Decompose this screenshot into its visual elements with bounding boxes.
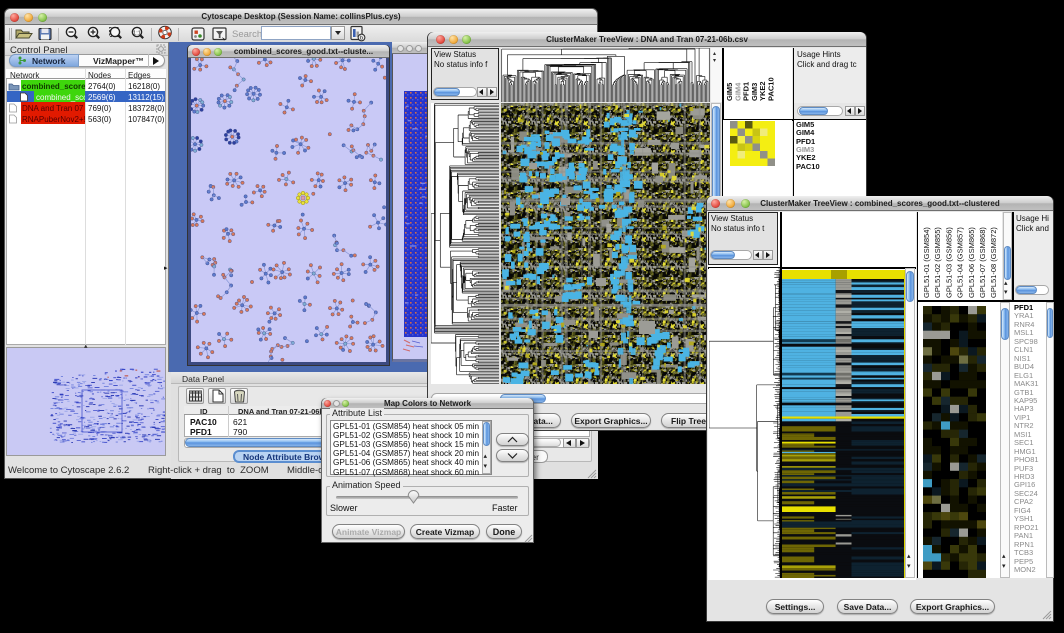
svg-text:GPL51-07 (GSM868): GPL51-07 (GSM868): [978, 227, 987, 298]
svg-text:GPL51-01 (GSM854): GPL51-01 (GSM854): [922, 227, 931, 298]
svg-text:PAC10: PAC10: [767, 77, 776, 101]
svg-text:1:1: 1:1: [133, 30, 141, 36]
svg-text:GPL51-03 (GSM856): GPL51-03 (GSM856): [944, 227, 953, 298]
svg-text:GPL51-04 (GSM857): GPL51-04 (GSM857): [956, 227, 965, 298]
svg-text:GPL51-08 (GSM872): GPL51-08 (GSM872): [989, 227, 998, 298]
svg-text:b: b: [360, 36, 363, 42]
svg-text:GPL51-06 (GSM865): GPL51-06 (GSM865): [967, 227, 976, 298]
svg-text:GPL51-02 (GSM855): GPL51-02 (GSM855): [933, 227, 942, 298]
